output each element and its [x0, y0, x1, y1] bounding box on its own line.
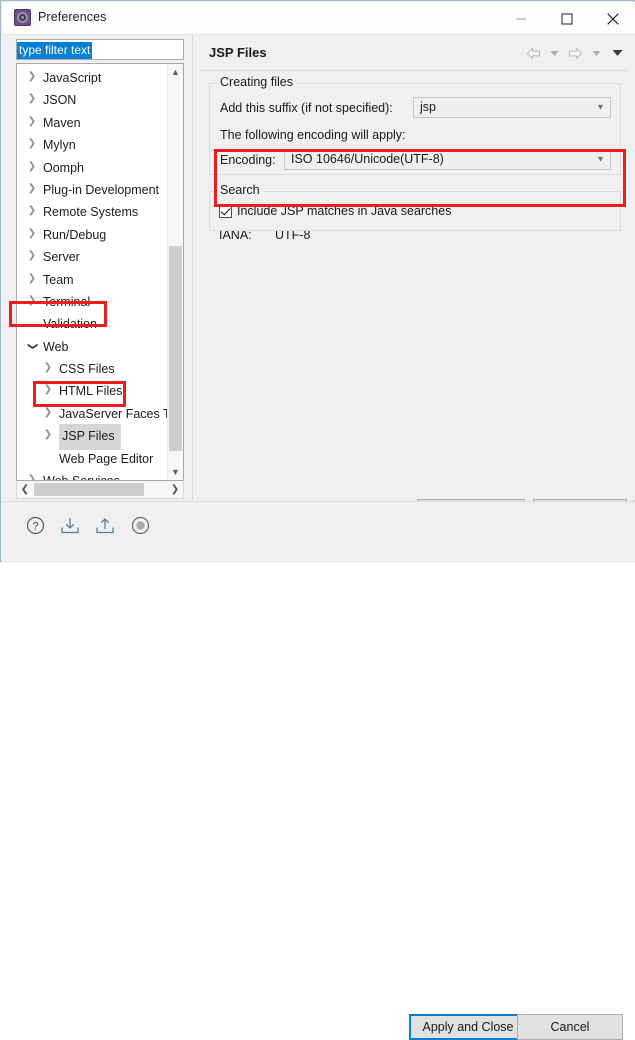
sidebar-item-oomph[interactable]: ❯ Oomph	[17, 156, 169, 178]
chevron-right-icon[interactable]: ❯	[25, 245, 39, 267]
chevron-down-icon[interactable]: ❯	[21, 339, 43, 353]
tree-horizontal-scrollbar[interactable]: ❮ ❯	[16, 482, 184, 499]
tree-item-list: ❯ JavaScript ❯ JSON ❯ Maven ❯ Mylyn ❯ Oomph ❯ Plug-…	[17, 66, 176, 480]
preference-page-panel: JSP Files Creating files Add this suffix…	[193, 35, 635, 524]
sidebar-item-javaserver-faces-to[interactable]: ❯ JavaServer Faces To	[17, 402, 176, 424]
svg-text:?: ?	[32, 520, 38, 532]
chevron-right-icon[interactable]: ❯	[25, 133, 39, 155]
tree-vertical-scrollbar[interactable]: ▲ ▼	[167, 64, 183, 480]
sidebar-item-run-debug[interactable]: ❯ Run/Debug	[17, 223, 169, 245]
chevron-right-icon[interactable]: ❯	[41, 402, 55, 424]
back-dropdown-icon[interactable]	[545, 44, 564, 62]
back-arrow-icon[interactable]	[524, 44, 543, 62]
export-icon[interactable]	[94, 514, 116, 536]
chevron-right-icon[interactable]: ❯	[25, 88, 39, 110]
chevron-right-icon[interactable]: ❯	[41, 424, 55, 446]
sidebar-item-web-page-editor[interactable]: Web Page Editor	[17, 447, 169, 469]
sidebar-item-remote-systems[interactable]: ❯ Remote Systems	[17, 200, 169, 222]
vertical-scrollbar-thumb[interactable]	[169, 246, 182, 451]
page-navigation-toolbar	[524, 44, 627, 62]
filter-input[interactable]	[16, 39, 184, 60]
sidebar-item-label: Web Services	[43, 469, 124, 480]
preferences-tree[interactable]: ❯ JavaScript ❯ JSON ❯ Maven ❯ Mylyn ❯ Oomph ❯ Plug-…	[16, 63, 184, 481]
sidebar-item-web[interactable]: ❯ Web	[17, 335, 169, 357]
view-menu-icon[interactable]	[608, 44, 627, 62]
chevron-right-icon[interactable]: ❯	[25, 111, 39, 133]
sidebar-item-terminal[interactable]: ❯ Terminal	[17, 290, 169, 312]
chevron-right-icon[interactable]: ❯	[25, 469, 39, 480]
sidebar-item-team[interactable]: ❯ Team	[17, 268, 169, 290]
suffix-combo[interactable]: jsp ▾	[413, 97, 611, 118]
include-jsp-matches-checkbox[interactable]	[219, 204, 232, 218]
chevron-right-icon[interactable]: ❯	[25, 223, 39, 245]
search-group-label: Search	[218, 183, 264, 197]
sidebar-item-json[interactable]: ❯ JSON	[17, 88, 169, 110]
chevron-down-icon: ▾	[597, 154, 603, 165]
chevron-right-icon[interactable]: ❯	[25, 268, 39, 290]
creating-files-group-label: Creating files	[218, 75, 297, 89]
encoding-combo[interactable]: ISO 10646/Unicode(UTF-8) ▾	[284, 149, 611, 170]
include-jsp-matches-label: Include JSP matches in Java searches	[237, 204, 452, 218]
window-title: Preferences	[38, 10, 107, 24]
cancel-button[interactable]: Cancel	[517, 1014, 623, 1040]
forward-arrow-icon[interactable]	[566, 44, 585, 62]
chevron-right-icon[interactable]: ❯	[25, 178, 39, 200]
search-group: Search Include JSP matches in Java searc…	[209, 183, 621, 231]
minimize-button[interactable]	[498, 3, 544, 34]
help-icon[interactable]: ?	[24, 514, 46, 536]
dialog-footer: ? Apply and Close Cancel	[2, 501, 635, 1040]
import-icon[interactable]	[59, 514, 81, 536]
chevron-right-icon[interactable]: ❯	[25, 290, 39, 312]
page-title: JSP Files	[209, 45, 267, 60]
encoding-label: Encoding:	[220, 153, 276, 167]
scroll-down-icon[interactable]: ▼	[168, 464, 183, 480]
sidebar-item-jsp-files[interactable]: ❯ JSP Files	[17, 424, 169, 450]
include-jsp-matches-checkbox-row[interactable]: Include JSP matches in Java searches	[219, 204, 451, 218]
encoding-combo-value: ISO 10646/Unicode(UTF-8)	[291, 152, 444, 166]
horizontal-scrollbar-thumb[interactable]	[34, 483, 144, 496]
sidebar-item-maven[interactable]: ❯ Maven	[17, 111, 169, 133]
suffix-label: Add this suffix (if not specified):	[220, 101, 393, 115]
footer-icon-group: ?	[24, 514, 151, 536]
chevron-right-icon[interactable]: ❯	[41, 379, 55, 401]
title-bar: Preferences	[2, 2, 635, 35]
chevron-right-icon[interactable]: ❯	[25, 66, 39, 88]
preferences-dialog: Preferences type filter text ❯JavaScript…	[0, 0, 635, 1040]
chevron-down-icon: ▾	[597, 102, 603, 113]
close-button[interactable]	[590, 3, 635, 34]
chevron-right-icon[interactable]: ❯	[25, 156, 39, 178]
creating-files-group: Creating files Add this suffix (if not s…	[209, 75, 621, 175]
sidebar-item-css-files[interactable]: ❯ CSS Files	[17, 357, 169, 379]
apply-and-close-button[interactable]: Apply and Close	[409, 1014, 527, 1040]
maximize-button[interactable]	[544, 3, 590, 34]
sidebar-item-validation[interactable]: Validation	[17, 312, 169, 334]
chevron-right-icon[interactable]: ❯	[41, 357, 55, 379]
sidebar-item-server[interactable]: ❯ Server	[17, 245, 169, 267]
record-icon[interactable]	[129, 514, 151, 536]
suffix-combo-value: jsp	[420, 100, 436, 114]
sidebar-item-web-services[interactable]: ❯ Web Services	[17, 469, 169, 480]
sidebar-item-mylyn[interactable]: ❯ Mylyn	[17, 133, 169, 155]
preferences-gear-icon	[14, 9, 31, 26]
chevron-right-icon[interactable]: ❯	[25, 200, 39, 222]
scroll-up-icon[interactable]: ▲	[168, 64, 183, 80]
encoding-note: The following encoding will apply:	[220, 128, 406, 142]
forward-dropdown-icon[interactable]	[587, 44, 606, 62]
scroll-right-icon[interactable]: ❯	[167, 482, 183, 497]
sidebar-item-html-files[interactable]: ❯ HTML Files	[17, 379, 169, 401]
sidebar-item-plug-in-development[interactable]: ❯ Plug-in Development	[17, 178, 169, 200]
page-content: Creating files Add this suffix (if not s…	[193, 71, 635, 524]
sidebar-item-javascript[interactable]: ❯ JavaScript	[17, 66, 169, 88]
scroll-left-icon[interactable]: ❮	[17, 482, 33, 497]
